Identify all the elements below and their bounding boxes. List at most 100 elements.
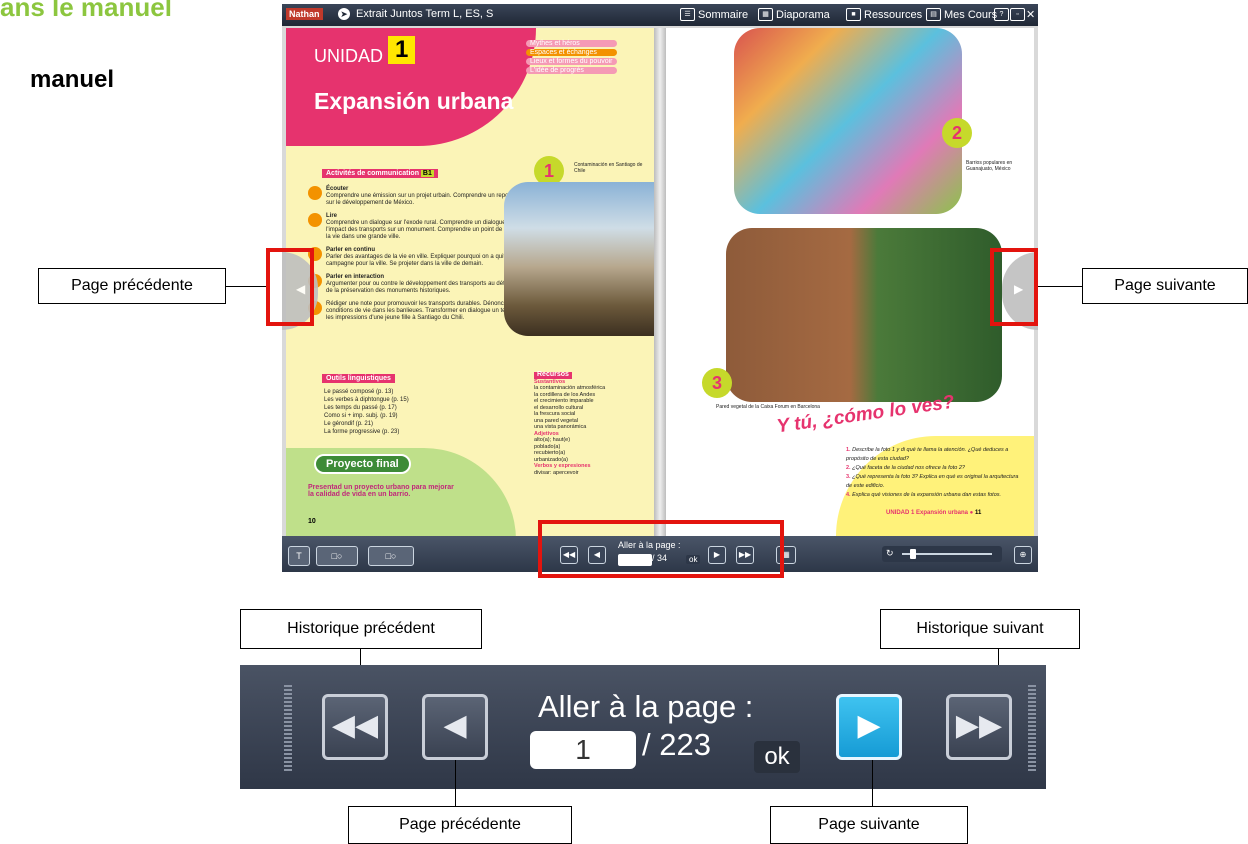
fullscreen-icon: ▫ xyxy=(1010,8,1025,21)
photo-santiago xyxy=(504,182,654,336)
activity-item: Parler en continu Parler des avantages de… xyxy=(308,247,528,268)
theme-tag: Espaces et échanges xyxy=(526,49,617,56)
page-number-left: 10 xyxy=(308,518,316,525)
double-chevron-left-icon: ◀◀ xyxy=(331,709,379,742)
photo-badge: 2 xyxy=(942,118,972,148)
proyecto-label: Proyecto final xyxy=(314,454,411,474)
callout-page-suivante: Page suivante xyxy=(1082,268,1248,304)
back-arrow-icon[interactable]: ➤ xyxy=(338,8,350,20)
close-button[interactable]: ✕ xyxy=(1026,8,1035,21)
read-icon xyxy=(308,213,322,227)
theme-tag: L'idée de progrès xyxy=(526,67,617,74)
ear-icon xyxy=(308,186,322,200)
outils-list: Le passé composé (p. 13) Les verbes à di… xyxy=(324,388,409,436)
list-item: Le passé composé (p. 13) xyxy=(324,389,394,395)
activity-item: Rédiger une note pour promouvoir les tra… xyxy=(308,301,528,322)
zoomed-navigation-bar: ◀◀ ◀ Aller à la page : 1 / 223 ok ▶ ▶▶ xyxy=(240,665,1046,789)
callout-line xyxy=(455,760,456,806)
section-heading: ans le manuel xyxy=(0,0,172,22)
next-page-button[interactable]: ▶ xyxy=(836,694,902,760)
zoom-page-icon: □○ xyxy=(385,551,397,561)
proyecto-text: Presentad un proyecto urbano para mejora… xyxy=(308,484,454,498)
chevron-left-icon: ◀ xyxy=(443,709,467,742)
callout-page-precedente: Page précédente xyxy=(38,268,226,304)
highlight-navigation xyxy=(538,520,784,578)
text-tool-button[interactable]: T xyxy=(288,546,310,566)
text-icon: T xyxy=(296,551,302,561)
photo-caption: Contaminación en Santiago de Chile xyxy=(574,162,643,174)
history-next-button[interactable]: ▶▶ xyxy=(946,694,1012,760)
activities-list: Écouter Comprendre une émission sur un pr… xyxy=(308,186,528,328)
recursos-box: Recursos Sustantivos la contaminación at… xyxy=(534,371,606,476)
zoom-handle[interactable] xyxy=(910,549,916,559)
callout-line xyxy=(226,286,266,287)
course-icon: ▤ xyxy=(926,8,941,21)
questions-list: 1. Describe la foto 1 y di qué te llama … xyxy=(846,446,1026,500)
photo-badge: 3 xyxy=(702,368,732,398)
photo-caption: Barrios populares en Guanajuato, México xyxy=(966,160,1013,172)
unit-title: Expansión urbana xyxy=(314,88,514,114)
ressources-button[interactable]: ■ Ressources xyxy=(846,8,922,21)
theme-tag: Mythes et héros xyxy=(526,40,617,47)
list-item: Les temps du passé (p. 17) xyxy=(324,405,397,411)
folder-icon: ■ xyxy=(846,8,861,21)
chevron-right-icon: ▶ xyxy=(857,709,881,742)
activity-item: Parler en interaction Argumenter pour ou … xyxy=(308,274,528,295)
help-button[interactable]: ? xyxy=(994,8,1009,21)
highlight-next-page xyxy=(990,248,1038,326)
fullscreen-button[interactable]: ▫ xyxy=(1010,8,1025,21)
zoom-area-button[interactable]: □○ xyxy=(316,546,358,566)
page-number-input[interactable]: 1 xyxy=(530,731,636,769)
ebook-viewer: Nathan ➤ Extrait Juntos Term L, ES, S ☰ S… xyxy=(282,4,1038,572)
left-page: UNIDAD 1 Expansión urbana Mythes et héro… xyxy=(286,28,654,540)
zoom-in-button[interactable]: ⊕ xyxy=(1014,546,1032,564)
history-previous-button[interactable]: ◀◀ xyxy=(322,694,388,760)
zoom-slider[interactable]: ↻ xyxy=(882,546,1002,562)
mes-cours-button[interactable]: ▤ Mes Cours xyxy=(926,8,997,21)
list-item: Les verbes à diphtongue (p. 15) xyxy=(324,397,409,403)
close-icon: ✕ xyxy=(1026,9,1036,21)
right-page: 2 Barrios populares en Guanajuato, Méxic… xyxy=(666,28,1034,540)
activity-item: Écouter Comprendre une émission sur un pr… xyxy=(308,186,528,207)
help-icon: ? xyxy=(994,8,1009,21)
list-icon: ☰ xyxy=(680,8,695,21)
zoom-in-icon: ⊕ xyxy=(1019,550,1027,559)
section-subheading: manuel xyxy=(30,66,115,93)
callout-line xyxy=(872,760,873,806)
sommaire-button[interactable]: ☰ Sommaire xyxy=(680,8,748,21)
theme-tags: Mythes et héros Espaces et échanges Lieu… xyxy=(526,40,617,76)
zoom-reset-icon: ↻ xyxy=(886,548,894,558)
highlight-prev-page xyxy=(266,248,314,326)
goto-page-label: Aller à la page : xyxy=(538,689,754,724)
list-item: Le gérondif (p. 21) xyxy=(324,421,374,427)
ok-button[interactable]: ok xyxy=(754,741,800,773)
outils-heading: Outils linguistiques xyxy=(322,374,395,383)
callout-page-suivante-bottom: Page suivante xyxy=(770,806,968,844)
theme-tag: Lieux et formes du pouvoir xyxy=(526,58,617,65)
brand-logo: Nathan xyxy=(286,8,323,20)
callout-line xyxy=(1038,286,1082,287)
unit-label: UNIDAD xyxy=(314,46,384,66)
photo-caption: Pared vegetal de la Caixa Forum en Barce… xyxy=(716,404,820,410)
callout-historique-precedent: Historique précédent xyxy=(240,609,482,649)
question-item: 3. ¿Qué representa la foto 3? Explica en… xyxy=(846,474,1019,489)
photo-caixa-forum xyxy=(726,228,1002,402)
page-footer: UNIDAD 1 Expansión urbana ● 11 xyxy=(886,510,982,516)
page-total: / 223 xyxy=(642,727,711,762)
unit-number: 1 xyxy=(388,36,416,64)
previous-page-button[interactable]: ◀ xyxy=(422,694,488,760)
list-item: La forme progressive (p. 23) xyxy=(324,429,400,435)
grip-handle xyxy=(1028,685,1036,771)
list-item: Como si + imp. subj. (p. 19) xyxy=(324,413,398,419)
question-item: 2. ¿Qué faceta de la ciudad nos ofrece l… xyxy=(846,465,965,471)
book-spine xyxy=(654,28,666,540)
grid-icon: ▦ xyxy=(758,8,773,21)
document-title: Extrait Juntos Term L, ES, S xyxy=(356,8,494,20)
zoom-page-button[interactable]: □○ xyxy=(368,546,414,566)
diaporama-button[interactable]: ▦ Diaporama xyxy=(758,8,830,21)
activities-heading: Activités de communication B1 xyxy=(322,169,438,178)
question-item: 4. Explica qué visiones de la expansión … xyxy=(846,492,1002,498)
grip-handle xyxy=(284,685,292,771)
callout-historique-suivant: Historique suivant xyxy=(880,609,1080,649)
question-item: 1. Describe la foto 1 y di qué te llama … xyxy=(846,447,1009,462)
